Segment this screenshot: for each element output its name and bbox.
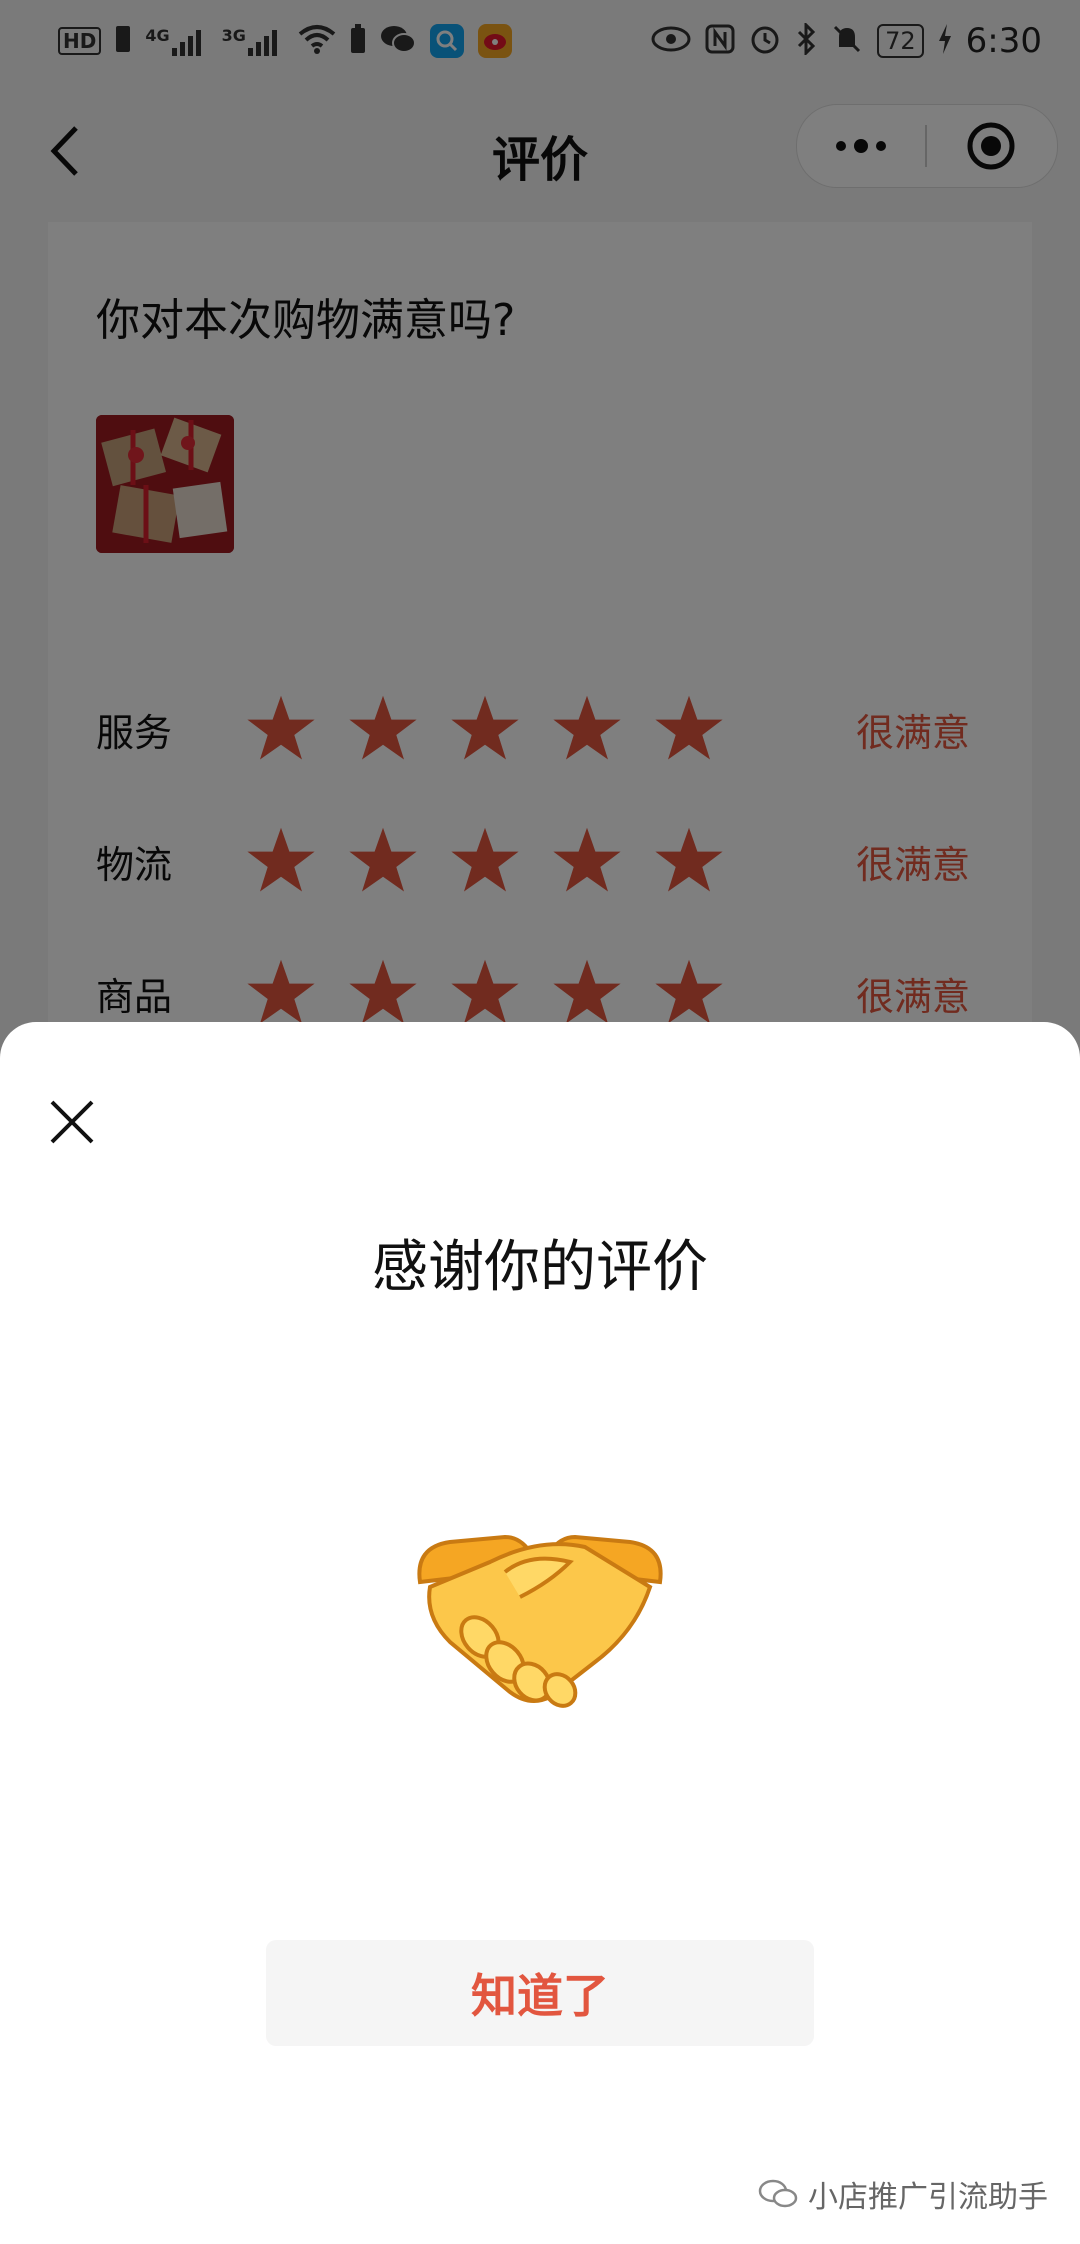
thanks-title: 感谢你的评价 <box>372 1235 708 1300</box>
close-icon <box>50 1100 94 1144</box>
wechat-official-icon <box>758 2179 798 2208</box>
thanks-sheet: 感谢你的评价 知道了 小店推广引流助手 <box>0 1022 1080 2244</box>
close-button[interactable] <box>42 1092 102 1152</box>
handshake-icon <box>410 1512 670 1712</box>
confirm-button[interactable]: 知道了 <box>266 1940 814 2046</box>
watermark: 小店推广引流助手 <box>758 2172 1048 2216</box>
watermark-text: 小店推广引流助手 <box>808 2180 1048 2215</box>
